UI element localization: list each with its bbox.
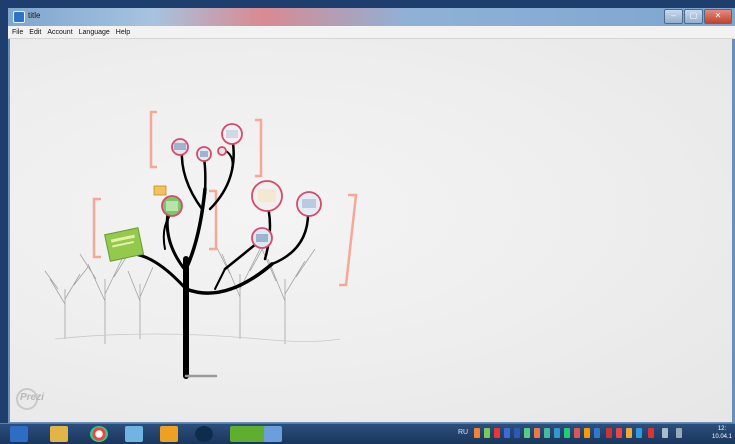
menu-bar: File Edit Account Language Help (8, 26, 735, 39)
tray-icon[interactable] (606, 428, 612, 438)
steam-icon[interactable] (195, 426, 213, 442)
topic-circle-4[interactable] (217, 146, 227, 156)
tray-icon[interactable] (616, 428, 622, 438)
menu-help[interactable]: Help (116, 29, 130, 36)
menu-edit[interactable]: Edit (29, 29, 41, 36)
tray-icon[interactable] (554, 428, 560, 438)
tray-icon[interactable] (484, 428, 490, 438)
tray-icon[interactable] (514, 428, 520, 438)
window-icon[interactable] (264, 426, 282, 442)
tray-icon[interactable] (544, 428, 550, 438)
windows-taskbar: RU 12: 10.04.1 (0, 423, 735, 444)
presentation-canvas[interactable]: Prezi (10, 39, 732, 422)
menu-account[interactable]: Account (47, 29, 72, 36)
speaker-icon[interactable] (662, 428, 668, 438)
tray-icon[interactable] (648, 428, 654, 438)
app-icon (13, 11, 25, 23)
topic-circles (161, 123, 322, 249)
yellow-sticker[interactable] (153, 185, 167, 196)
tray-icon[interactable] (594, 428, 600, 438)
tree-diagram (44, 110, 358, 379)
network-icon[interactable] (676, 428, 682, 438)
chrome-icon[interactable] (90, 426, 108, 442)
tray-icon[interactable] (534, 428, 540, 438)
tray-icon[interactable] (494, 428, 500, 438)
clock-time: 12: (717, 426, 727, 432)
tray-icon[interactable] (564, 428, 570, 438)
tray-icon[interactable] (626, 428, 632, 438)
tray-icon[interactable] (574, 428, 580, 438)
tree-trunk-and-branches (120, 135, 310, 379)
explorer-icon[interactable] (50, 426, 68, 442)
word-icon[interactable] (10, 426, 28, 442)
clock[interactable]: 12: 10.04.1 (712, 425, 732, 441)
window-controls: – ▢ ✕ (663, 9, 732, 24)
clock-date: 10.04.1 (712, 434, 733, 440)
tray-icon[interactable] (636, 428, 642, 438)
tray-icon[interactable] (474, 428, 480, 438)
green-sticky-note[interactable] (104, 227, 145, 262)
media-icon[interactable] (160, 426, 178, 442)
language-indicator[interactable]: RU (458, 429, 468, 436)
tray-icon[interactable] (504, 428, 510, 438)
menu-file[interactable]: File (12, 29, 23, 36)
window-title: title (28, 11, 41, 20)
prezi-watermark: Prezi (20, 392, 44, 403)
title-bar[interactable]: title – ▢ ✕ (8, 8, 735, 26)
tray-icon[interactable] (524, 428, 530, 438)
close-button[interactable]: ✕ (704, 9, 732, 24)
notes-icon[interactable] (125, 426, 143, 442)
app-window: title – ▢ ✕ File Edit Account Language H… (8, 8, 735, 423)
maximize-button[interactable]: ▢ (684, 9, 703, 24)
minimize-button[interactable]: – (664, 9, 683, 24)
menu-language[interactable]: Language (79, 29, 110, 36)
tray-icon[interactable] (584, 428, 590, 438)
